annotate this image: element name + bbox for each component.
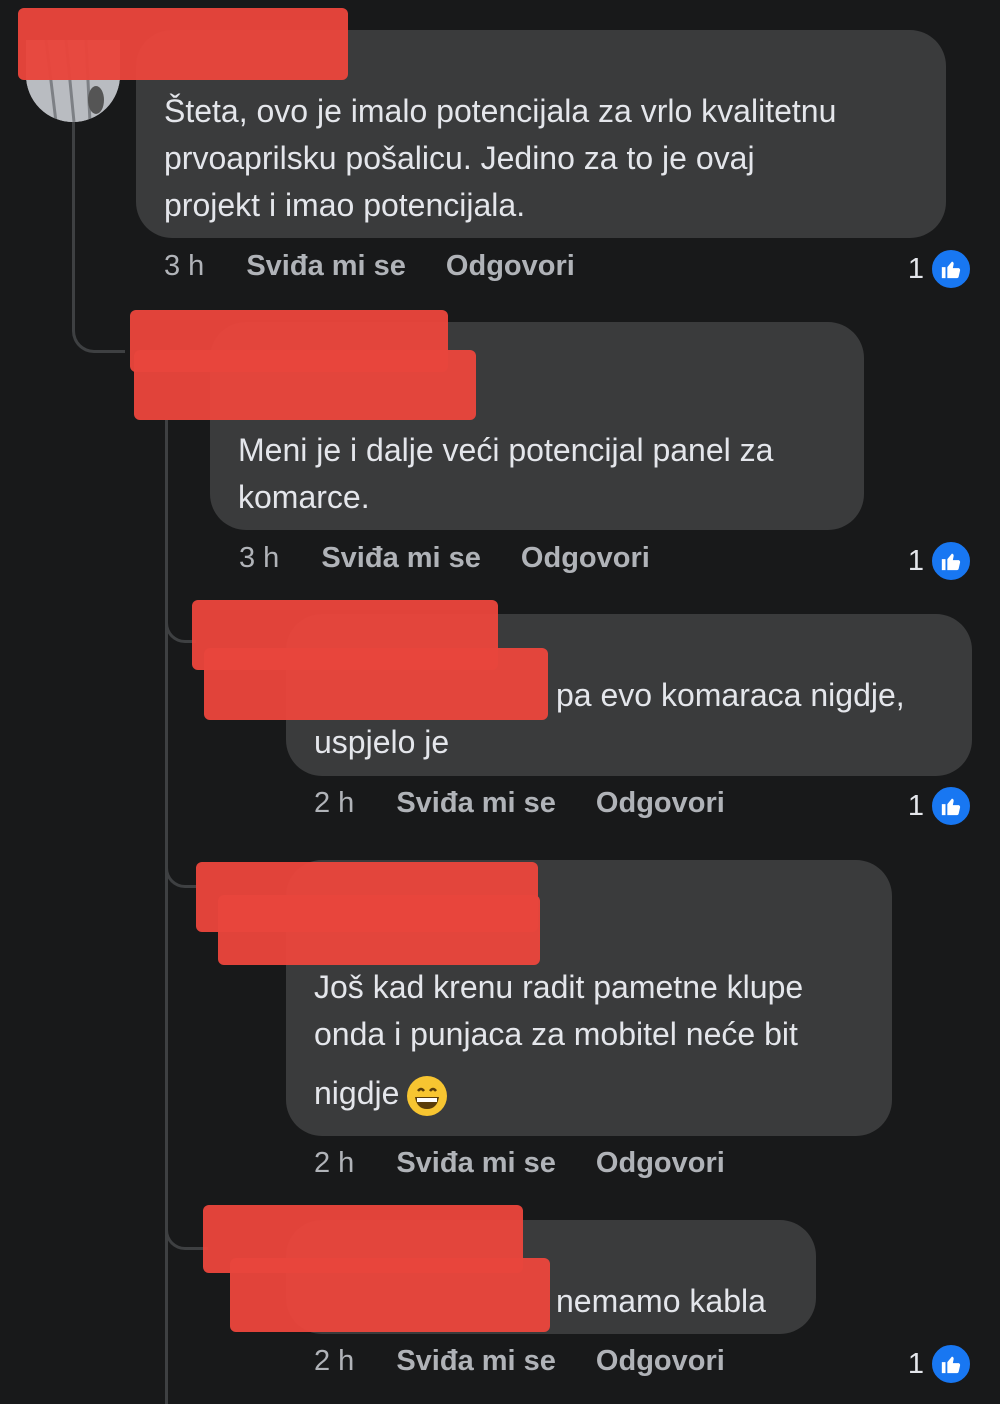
reply-button[interactable]: Odgovori <box>596 1345 725 1378</box>
comment-text-line: Meni je i dalje veći potencijal panel za <box>238 432 774 468</box>
thumbs-up-icon <box>930 540 972 582</box>
comment-text-line: nigdje <box>314 1070 448 1117</box>
thumbs-up-icon <box>930 785 972 827</box>
like-count: 1 <box>907 544 924 577</box>
comment-actions: 2 h Sviđa mi se Odgovori <box>314 1147 765 1180</box>
comment-text-line: onda i punjaca za mobitel neće bit <box>314 1016 798 1052</box>
grinning-face-icon <box>407 1075 448 1116</box>
comment-text-word: nigdje <box>314 1075 400 1111</box>
reaction-count[interactable]: 1 <box>908 1343 972 1385</box>
comment-text-line: komarce. <box>238 479 370 515</box>
comment-text-line: Šteta, ovo je imalo potencijala za vrlo … <box>164 93 837 129</box>
redacted-author-name <box>218 895 540 965</box>
comment-time: 3 h <box>239 542 280 574</box>
comment-time: 2 h <box>314 1147 355 1179</box>
like-button[interactable]: Sviđa mi se <box>396 787 556 820</box>
comment-text-line: uspjelo je <box>314 724 450 760</box>
like-button[interactable]: Sviđa mi se <box>246 250 406 283</box>
like-count: 1 <box>907 1347 924 1380</box>
comment-actions: 3 h Sviđa mi se Odgovori <box>164 250 615 283</box>
like-button[interactable]: Sviđa mi se <box>396 1345 556 1378</box>
reaction-count[interactable]: 1 <box>908 540 972 582</box>
like-button[interactable]: Sviđa mi se <box>396 1147 556 1180</box>
reply-button[interactable]: Odgovori <box>521 542 650 575</box>
comment-time: 3 h <box>164 250 205 282</box>
thread-line <box>165 845 196 888</box>
comment-text-line: Još kad krenu radit pametne klupe <box>314 969 804 1005</box>
thread-line <box>165 1205 208 1250</box>
thumbs-up-icon <box>930 1343 972 1385</box>
reaction-count[interactable]: 1 <box>908 248 972 290</box>
redacted-author-name <box>134 350 476 420</box>
comment-text-line: prvoaprilsku pošalicu. Jedino za to je o… <box>164 140 755 176</box>
comment-text-line: pa evo komaraca nigdje, <box>556 677 905 713</box>
comment-text-line: nemamo kabla <box>556 1283 766 1319</box>
thread-line <box>72 120 125 353</box>
comment-actions: 2 h Sviđa mi se Odgovori <box>314 787 765 820</box>
thread-line <box>165 420 168 1404</box>
reply-button[interactable]: Odgovori <box>446 250 575 283</box>
comment-text-line: projekt i imao potencijala. <box>164 187 526 223</box>
redacted-author-name <box>18 8 348 80</box>
like-count: 1 <box>907 789 924 822</box>
comment-time: 2 h <box>314 787 355 819</box>
comment-actions: 3 h Sviđa mi se Odgovori <box>239 542 690 575</box>
like-count: 1 <box>907 252 924 285</box>
like-button[interactable]: Sviđa mi se <box>321 542 481 575</box>
comment-time: 2 h <box>314 1345 355 1377</box>
reply-button[interactable]: Odgovori <box>596 787 725 820</box>
reply-button[interactable]: Odgovori <box>596 1147 725 1180</box>
redacted-author-name <box>204 648 548 720</box>
thumbs-up-icon <box>930 248 972 290</box>
redacted-author-name <box>230 1258 550 1332</box>
comment-actions: 2 h Sviđa mi se Odgovori <box>314 1345 765 1378</box>
reaction-count[interactable]: 1 <box>908 785 972 827</box>
